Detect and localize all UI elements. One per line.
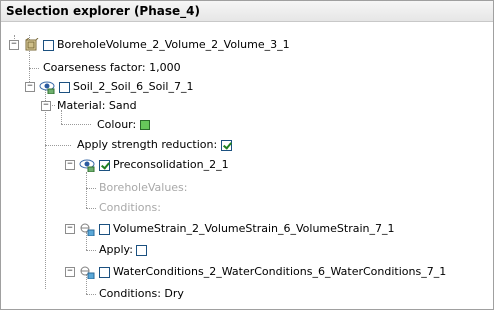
conditions-dry-label: Conditions: Dry bbox=[99, 287, 184, 300]
magnifier-icon bbox=[80, 266, 95, 279]
magnifier-icon bbox=[80, 223, 95, 236]
borehole-values-label: BoreholeValues: bbox=[99, 181, 188, 194]
coarseness-label: Coarseness factor: 1,000 bbox=[43, 61, 181, 74]
visibility-checkbox[interactable] bbox=[98, 266, 110, 278]
tree-item-label: Preconsolidation_2_1 bbox=[113, 158, 229, 171]
colour-swatch[interactable] bbox=[139, 120, 150, 130]
collapse-toggle[interactable]: − bbox=[41, 101, 51, 111]
apply-strength-checkbox[interactable] bbox=[220, 139, 232, 151]
panel-title: Selection explorer (Phase_4) bbox=[6, 4, 200, 18]
apply-label: Apply: bbox=[99, 243, 133, 256]
coarseness-factor: Coarseness factor: 1,000 bbox=[43, 59, 181, 77]
tree-item-borehole-volume[interactable]: BoreholeVolume_2_Volume_2_Volume_3_1 bbox=[23, 36, 290, 54]
apply-checkbox[interactable] bbox=[136, 244, 148, 256]
collapse-toggle[interactable]: − bbox=[65, 267, 75, 277]
tree-item-water-conditions[interactable]: WaterConditions_2_WaterConditions_6_Wate… bbox=[79, 263, 446, 281]
tree-item-volume-strain[interactable]: VolumeStrain_2_VolumeStrain_6_VolumeStra… bbox=[79, 220, 395, 238]
preconsolidation-checkbox[interactable] bbox=[98, 159, 110, 171]
tree-line bbox=[86, 208, 96, 209]
conditions-dry-item: Conditions: Dry bbox=[99, 285, 184, 303]
colour-item: Colour: bbox=[97, 116, 150, 134]
material-label: Material: Sand bbox=[57, 99, 137, 112]
tree-item-label: WaterConditions_2_WaterConditions_6_Wate… bbox=[113, 265, 447, 278]
collapse-toggle[interactable]: − bbox=[65, 224, 75, 234]
tree-line bbox=[45, 89, 46, 289]
panel-header: Selection explorer (Phase_4) bbox=[1, 1, 493, 22]
tree-line bbox=[86, 250, 96, 251]
tree-item-label: BoreholeVolume_2_Volume_2_Volume_3_1 bbox=[57, 38, 290, 51]
collapse-toggle[interactable]: − bbox=[25, 82, 35, 92]
tree-line bbox=[61, 124, 91, 125]
material-item[interactable]: Material: Sand bbox=[57, 97, 137, 115]
tree-item-label: VolumeStrain_2_VolumeStrain_6_VolumeStra… bbox=[113, 222, 395, 235]
volume-icon bbox=[25, 38, 39, 51]
conditions-item: Conditions: bbox=[99, 199, 161, 217]
tree-line bbox=[86, 188, 96, 189]
selection-tree: − BoreholeVolume_2_Volume_2_Volume_3_1 C… bbox=[1, 22, 493, 309]
colour-label: Colour: bbox=[97, 118, 137, 131]
eye-icon bbox=[79, 159, 95, 172]
apply-strength-item: Apply strength reduction: bbox=[77, 136, 232, 154]
visibility-checkbox[interactable] bbox=[42, 39, 54, 51]
tree-line bbox=[86, 294, 96, 295]
eye-icon bbox=[39, 81, 55, 94]
tree-line bbox=[29, 68, 39, 69]
tree-line bbox=[45, 145, 71, 146]
apply-strength-label: Apply strength reduction: bbox=[77, 138, 218, 151]
conditions-label: Conditions: bbox=[99, 201, 161, 214]
collapse-toggle[interactable]: − bbox=[65, 160, 75, 170]
collapse-toggle[interactable]: − bbox=[9, 40, 19, 50]
tree-item-label: Soil_2_Soil_6_Soil_7_1 bbox=[73, 80, 194, 93]
tree-item-preconsolidation[interactable]: Preconsolidation_2_1 bbox=[79, 156, 229, 174]
tree-item-soil[interactable]: Soil_2_Soil_6_Soil_7_1 bbox=[39, 78, 193, 96]
tree-line bbox=[86, 172, 87, 208]
visibility-checkbox[interactable] bbox=[58, 81, 70, 93]
apply-item: Apply: bbox=[99, 241, 148, 259]
selection-explorer-panel: Selection explorer (Phase_4) − BoreholeV… bbox=[0, 0, 494, 310]
visibility-checkbox[interactable] bbox=[98, 223, 110, 235]
borehole-values-item: BoreholeValues: bbox=[99, 179, 188, 197]
